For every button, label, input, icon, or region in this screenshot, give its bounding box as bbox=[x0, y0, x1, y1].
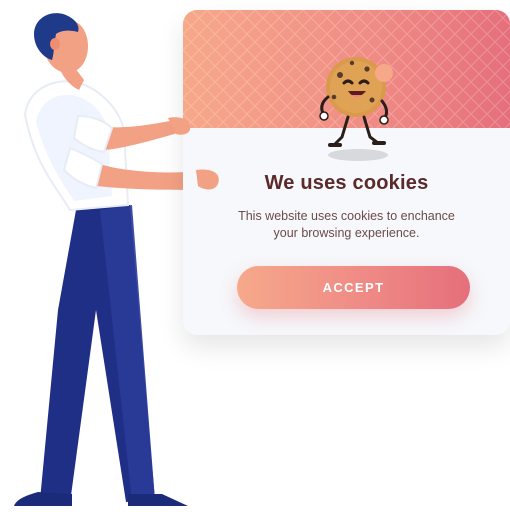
cookie-consent-title: We uses cookies bbox=[264, 172, 429, 194]
cookie-consent-description-line-2: your browsing experience. bbox=[273, 226, 420, 240]
accept-button[interactable]: ACCEPT bbox=[237, 266, 470, 309]
cookie-mascot-icon bbox=[319, 57, 393, 161]
cookie-consent-description: This website uses cookies to enchance yo… bbox=[203, 208, 490, 242]
cookie-consent-description-line-1: This website uses cookies to enchance bbox=[238, 209, 455, 223]
